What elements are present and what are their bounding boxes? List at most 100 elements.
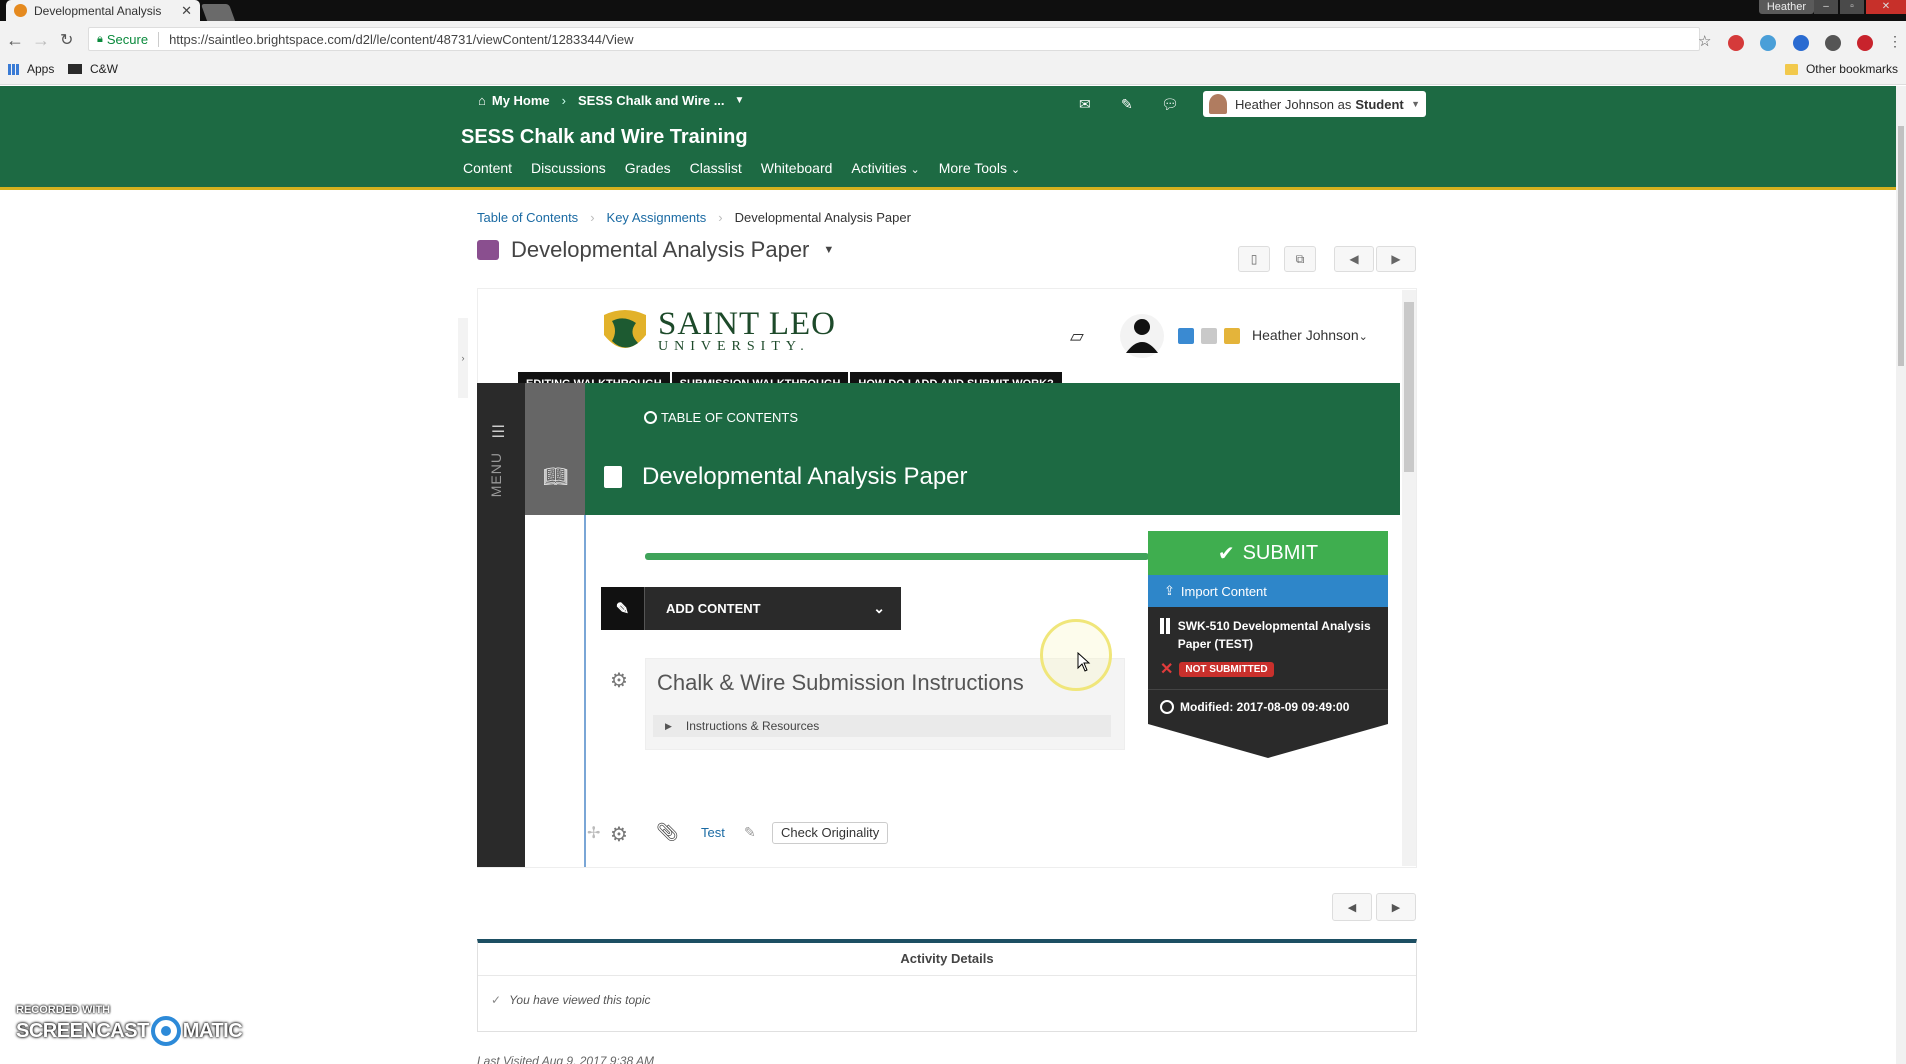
error-x-icon: ✕ [1160,661,1174,678]
minimize-icon[interactable]: – [1814,0,1838,14]
maximize-icon[interactable]: ▫ [1840,0,1864,14]
embedded-user-name: Heather Johnson [1252,327,1359,343]
check-icon: ✓ [491,993,502,1007]
nav-discussions[interactable]: Discussions [531,160,606,176]
activity-details-title: Activity Details [900,951,994,966]
topic-title-text: Developmental Analysis Paper [511,237,810,262]
edit-icon[interactable]: ✎ [744,824,756,841]
tab-title: Developmental Analysis [34,3,162,18]
chevron-right-icon: › [590,210,595,225]
instructions-accordion[interactable]: ▶ Instructions & Resources [653,715,1111,737]
user-menu-button[interactable]: Heather Johnson as Student ▼ [1203,91,1426,117]
table-of-contents-link[interactable]: TABLE OF CONTENTS [644,410,798,425]
nav-activities-label: Activities [851,160,907,176]
breadcrumb: Table of Contents › Key Assignments › De… [477,210,911,225]
hamburger-menu-icon[interactable]: ☰ [491,422,505,442]
secure-label: Secure [107,31,160,47]
nav-content[interactable]: Content [463,160,512,176]
close-tab-icon[interactable]: ✕ [181,3,192,19]
status-badge: NOT SUBMITTED [1179,661,1274,677]
drag-handle-icon[interactable]: ✢ [587,823,600,843]
nav-whiteboard[interactable]: Whiteboard [761,160,833,176]
chrome-menu-icon[interactable]: ⋮ [1888,33,1902,50]
badge-icon [1201,328,1217,344]
extension-icon[interactable] [1793,35,1809,51]
inbox-icon[interactable]: ▱ [1070,326,1084,347]
open-book-icon[interactable]: 📖︎ [543,464,568,489]
assignment-icon [477,240,499,260]
bookmark-other[interactable]: Other bookmarks [1784,62,1898,76]
chevron-down-icon: ⌄ [873,600,885,616]
breadcrumb-key-assignments[interactable]: Key Assignments [607,210,707,225]
lock-icon: 🔒︎ [97,32,103,45]
my-home-link[interactable]: My Home [492,93,550,108]
check-originality-button[interactable]: Check Originality [772,822,889,844]
browser-tab[interactable]: Developmental Analysis ✕ [6,0,200,21]
chevron-down-icon[interactable]: ▼ [735,95,745,106]
extension-icon[interactable] [1825,35,1841,51]
previous-topic-icon[interactable]: ◀ [1334,246,1374,272]
avatar [1209,94,1227,114]
extension-icon[interactable] [1760,35,1776,51]
last-visited: Last Visited Aug 9, 2017 9:38 AM [477,1054,655,1064]
bookmark-apps[interactable]: Apps [8,62,54,76]
embedded-user-menu[interactable]: Heather Johnson⌄ [1252,327,1368,343]
update-alerts-icon[interactable]: ✎ [1121,96,1137,112]
user-avatar-icon[interactable] [1120,313,1164,359]
pencil-icon[interactable]: ✎ [601,587,645,630]
next-topic-icon[interactable]: ▶ [1376,893,1416,921]
bookmark-icon[interactable]: ▯ [1238,246,1270,272]
course-selector[interactable]: SESS Chalk and Wire ... [578,93,725,108]
course-title[interactable]: SESS Chalk and Wire Training [461,126,748,149]
message-alerts-icon[interactable]: ✉ [1079,96,1095,112]
watermark-top: RECORDED WITH [16,1004,111,1016]
notifications-icon[interactable] [1224,328,1240,344]
chevron-down-icon: ⌄ [1010,164,1021,176]
add-content-dropdown[interactable]: ✎ ADD CONTENT ⌄ [601,587,901,630]
bookmark-cw[interactable]: C&W [68,62,118,76]
collapse-panel-handle[interactable]: › [458,318,468,398]
submission-panel: ✔ SUBMIT ⇪ Import Content SWK-510 Develo… [1148,531,1388,758]
bookmark-label: Other bookmarks [1805,62,1898,76]
apps-grid-icon [8,63,19,75]
bookmarks-bar [0,55,1906,85]
nav-classlist[interactable]: Classlist [690,160,742,176]
gear-icon[interactable]: ⚙ [610,822,628,847]
reload-icon[interactable]: ↻ [60,30,73,50]
document-icon [604,466,622,488]
submit-button[interactable]: ✔ SUBMIT [1148,531,1388,575]
close-window-icon[interactable]: ✕ [1866,0,1906,14]
new-tab-button[interactable] [200,4,236,21]
previous-topic-icon[interactable]: ◀ [1332,893,1372,921]
forward-icon[interactable]: → [32,30,50,51]
gear-icon[interactable]: ⚙ [610,668,628,693]
next-topic-icon[interactable]: ▶ [1376,246,1416,272]
submit-label: SUBMIT [1242,541,1319,564]
nav-activities[interactable]: Activities ⌄ [851,160,919,176]
breadcrumb-toc[interactable]: Table of Contents [477,210,578,225]
nav-grades[interactable]: Grades [625,160,671,176]
back-icon[interactable]: ← [6,30,24,51]
attachment-link[interactable]: Test [701,825,725,840]
url-text: https://saintleo.brightspace.com/d2l/le/… [169,31,634,47]
adblock-extension-icon[interactable] [1728,35,1744,51]
address-bar[interactable]: 🔒︎ Secure https://saintleo.brightspace.c… [88,27,1700,51]
open-new-window-icon[interactable]: ⧉ [1284,246,1316,272]
pinterest-extension-icon[interactable] [1857,35,1873,51]
page-scrollbar[interactable] [1896,86,1906,1064]
clock-icon [1160,700,1174,714]
bookmark-label: Apps [27,62,55,76]
window-profile-badge[interactable]: Heather [1758,0,1814,14]
toc-link-label: TABLE OF CONTENTS [661,410,798,425]
chevron-down-icon: ▼ [1411,99,1420,109]
embedded-scrollbar[interactable] [1402,290,1416,866]
menu-label[interactable]: MENU [488,452,504,497]
bookmark-star-icon[interactable]: ☆ [1698,32,1711,50]
checkmark-icon: ✔ [1217,542,1235,565]
nav-more-tools[interactable]: More Tools ⌄ [939,160,1020,176]
subscription-alerts-icon[interactable]: 💬︎ [1161,96,1179,112]
badge-icon [1178,328,1194,344]
screencast-logo-icon [150,1016,181,1046]
import-content-button[interactable]: ⇪ Import Content [1148,575,1388,607]
chevron-down-icon[interactable]: ▼ [823,244,834,256]
